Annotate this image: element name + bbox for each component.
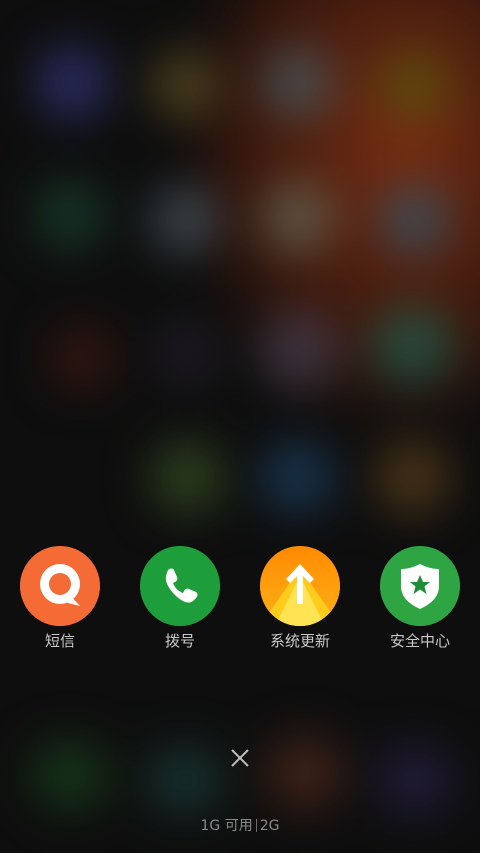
close-icon <box>231 749 249 767</box>
recent-app-security-center[interactable]: 安全中心 <box>370 546 470 650</box>
memory-divider <box>255 819 257 832</box>
app-label: 短信 <box>44 632 75 650</box>
security-shield-icon[interactable] <box>380 546 460 626</box>
recent-tasks-screen: 短信 拨号 系统更新 安全中心 1G 可用 2G <box>0 0 480 853</box>
clear-all-button[interactable] <box>225 743 255 773</box>
recent-app-system-update[interactable]: 系统更新 <box>250 546 350 650</box>
memory-total: 2G <box>259 818 280 834</box>
app-label: 系统更新 <box>269 632 330 650</box>
recent-app-dialer[interactable]: 拨号 <box>130 546 230 650</box>
memory-status: 1G 可用 2G <box>0 815 480 835</box>
app-label: 安全中心 <box>389 632 450 650</box>
phone-icon[interactable] <box>140 546 220 626</box>
update-arrow-icon[interactable] <box>260 546 340 626</box>
recent-app-messages[interactable]: 短信 <box>10 546 110 650</box>
app-label: 拨号 <box>164 632 195 650</box>
dim-overlay <box>0 0 480 853</box>
recent-apps-row: 短信 拨号 系统更新 安全中心 <box>0 546 480 656</box>
message-icon[interactable] <box>20 546 100 626</box>
memory-available: 1G 可用 <box>200 818 253 834</box>
